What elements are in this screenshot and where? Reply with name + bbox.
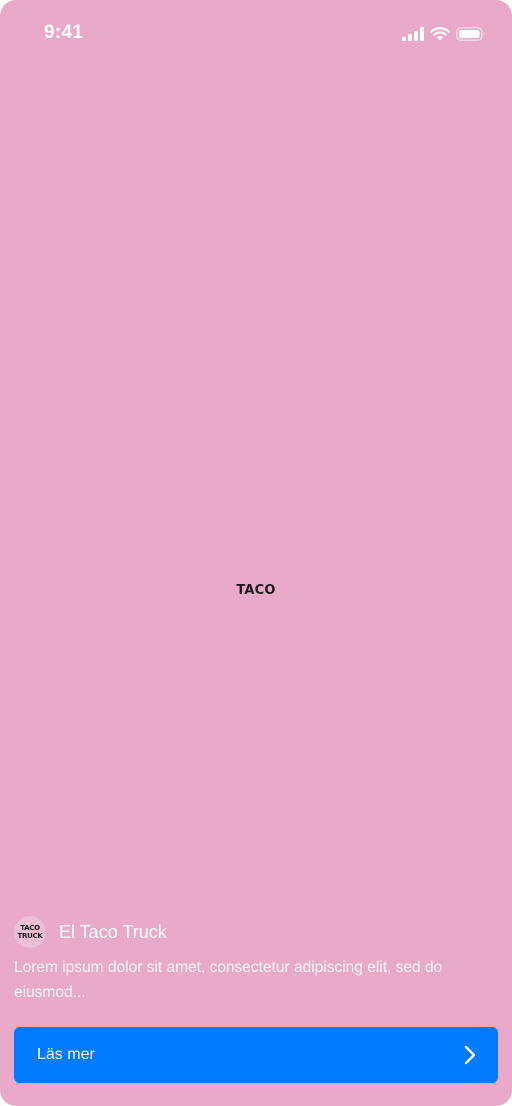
brand-name: El Taco Truck <box>59 921 167 942</box>
app-screen: 9:41 TACO TACO TRUCK El Taco Truck Lorem… <box>0 0 512 1106</box>
read-more-label: Läs mer <box>37 1046 95 1063</box>
avatar: TACO TRUCK <box>14 916 46 948</box>
avatar-line-1: TACO <box>20 924 40 932</box>
chevron-right-icon <box>464 1045 476 1065</box>
signal-icon <box>402 27 424 41</box>
avatar-line-2: TRUCK <box>17 932 43 940</box>
battery-icon <box>456 27 486 41</box>
wifi-icon <box>430 27 450 41</box>
description-text: Lorem ipsum dolor sit amet, consectetur … <box>14 959 443 1001</box>
read-more-button[interactable]: Läs mer <box>14 1027 498 1083</box>
hero-logo-text: TACO <box>236 583 276 598</box>
brand-row: TACO TRUCK El Taco Truck <box>14 915 167 949</box>
status-icons <box>402 24 486 44</box>
status-time: 9:41 <box>44 22 84 43</box>
status-bar: 9:41 <box>0 0 512 66</box>
